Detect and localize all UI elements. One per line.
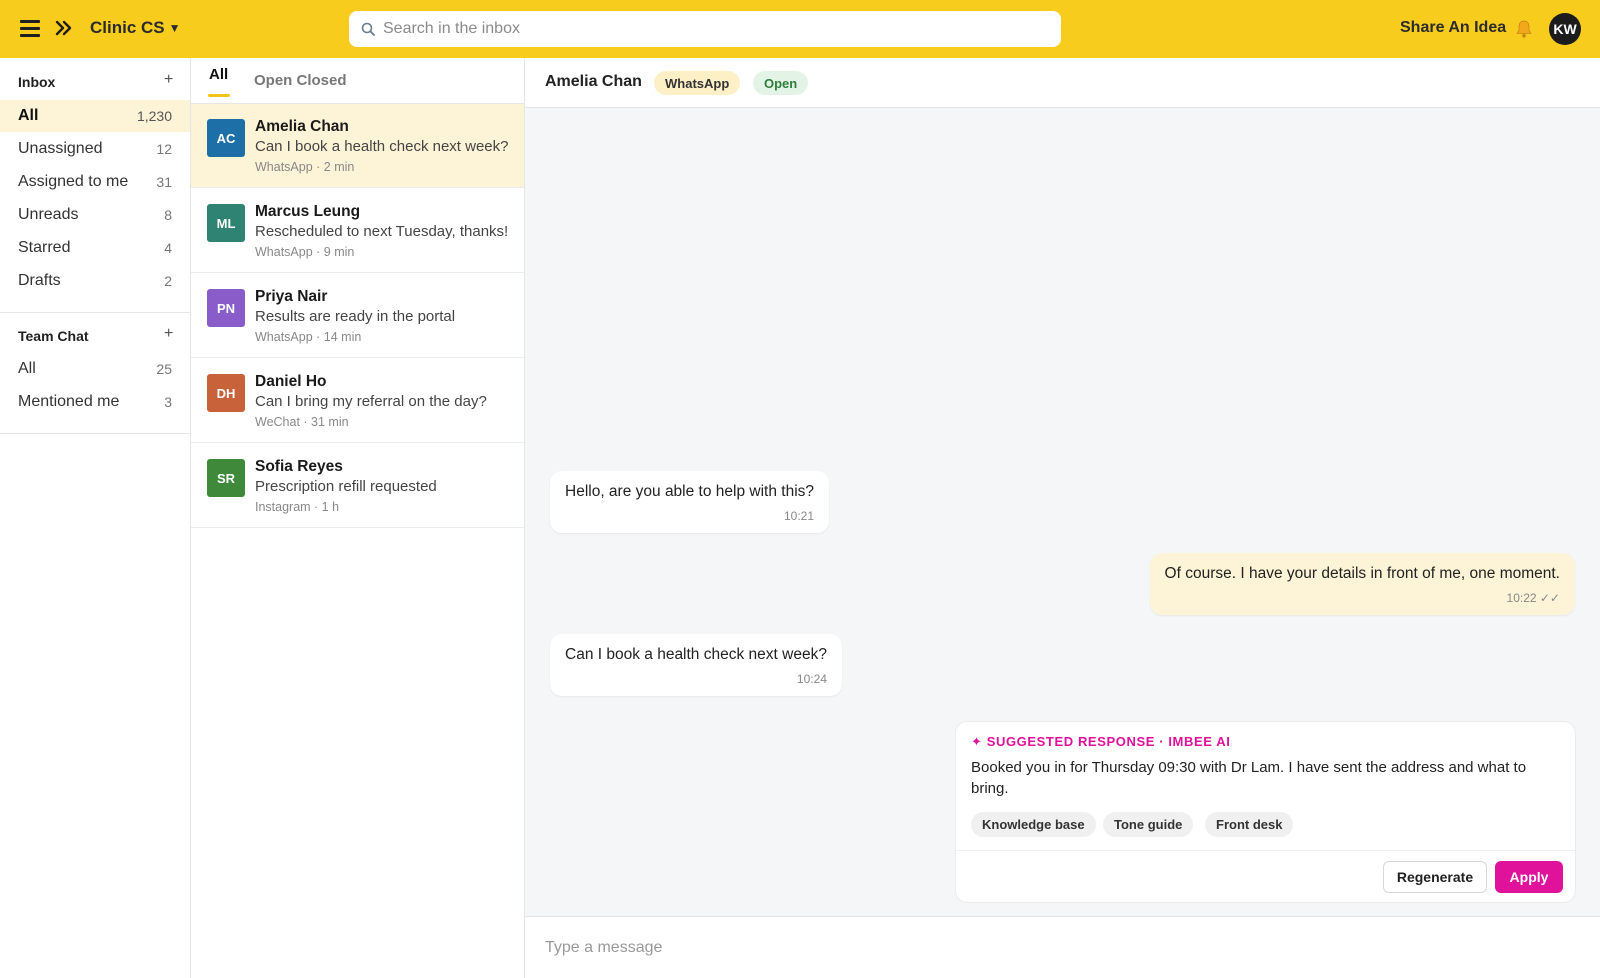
conversation-item[interactable]: PN Priya Nair Results are ready in the p… <box>191 274 524 358</box>
message-text: Of course. I have your details in front … <box>1164 565 1560 582</box>
message-preview: Prescription refill requested <box>255 478 437 495</box>
sidebar-item-label: Unreads <box>18 206 79 223</box>
conversation-meta: WeChat · 31 min <box>255 415 349 429</box>
suggestion-body: Booked you in for Thursday 09:30 with Dr… <box>971 759 1527 797</box>
incoming-message: Hello, are you able to help with this? 1… <box>550 471 830 533</box>
sidebar-item-team-all[interactable]: All 25 <box>0 353 190 385</box>
sidebar-item-drafts[interactable]: Drafts 2 <box>0 265 190 297</box>
sidebar-item-mentioned-me[interactable]: Mentioned me 3 <box>0 386 190 418</box>
search-input[interactable] <box>383 20 1023 38</box>
incoming-message: Can I book a health check next week? 10:… <box>550 634 842 696</box>
search-bar[interactable] <box>349 11 1061 47</box>
double-chevron-right-icon[interactable] <box>54 18 74 38</box>
contact-avatar: SR <box>207 459 245 497</box>
active-tab-indicator <box>208 94 230 97</box>
sidebar-item-count: 31 <box>156 174 172 190</box>
message-preview: Rescheduled to next Tuesday, thanks! <box>255 223 509 240</box>
sidebar-item-unassigned[interactable]: Unassigned 12 <box>0 133 190 165</box>
source-chip-tone-guide[interactable]: Tone guide <box>1103 812 1194 837</box>
sidebar-item-label: Starred <box>18 239 71 256</box>
conversation-meta: WhatsApp · 9 min <box>255 245 355 259</box>
chat-contact-name: Amelia Chan <box>545 73 642 90</box>
tab-all[interactable]: All <box>209 66 228 83</box>
add-team-chat-button[interactable]: + <box>164 325 173 343</box>
menu-icon[interactable] <box>20 20 40 37</box>
suggestion-divider <box>956 850 1575 851</box>
search-icon <box>361 22 375 36</box>
conversation-item[interactable]: SR Sofia Reyes Prescription refill reque… <box>191 444 524 528</box>
tab-open-closed[interactable]: Open Closed <box>254 72 347 89</box>
message-composer <box>525 916 1600 978</box>
message-input[interactable] <box>545 935 1575 961</box>
sidebar: Inbox + All 1,230 Unassigned 12 Assigned… <box>0 58 191 978</box>
sidebar-item-count: 3 <box>164 394 172 410</box>
conversation-item[interactable]: ML Marcus Leung Rescheduled to next Tues… <box>191 189 524 273</box>
apply-button[interactable]: Apply <box>1495 861 1563 893</box>
caret-down-icon: ▼ <box>168 21 181 35</box>
contact-avatar: PN <box>207 289 245 327</box>
outgoing-message: Of course. I have your details in front … <box>1149 553 1575 615</box>
sidebar-item-assigned-to-me[interactable]: Assigned to me 31 <box>0 166 190 198</box>
conversation-list: All Open Closed AC Amelia Chan Can I boo… <box>191 58 525 978</box>
share-idea-link[interactable]: Share An Idea <box>1400 19 1506 37</box>
contact-avatar: AC <box>207 119 245 157</box>
contact-avatar: ML <box>207 204 245 242</box>
sidebar-item-label: Drafts <box>18 272 61 289</box>
contact-name: Sofia Reyes <box>255 458 343 475</box>
sidebar-divider <box>0 312 190 313</box>
message-text: Hello, are you able to help with this? <box>565 483 815 500</box>
conversation-meta: Instagram · 1 h <box>255 500 340 514</box>
source-chip-knowledge-base[interactable]: Knowledge base <box>971 812 1096 837</box>
sidebar-item-label: Assigned to me <box>18 173 129 190</box>
suggestion-title: ✦ SUGGESTED RESPONSE · IMBEE AI <box>971 734 1231 749</box>
sidebar-item-label: Mentioned me <box>18 393 120 410</box>
conversation-meta: WhatsApp · 2 min <box>255 160 355 174</box>
sidebar-item-label: Unassigned <box>18 140 103 157</box>
chat-panel: Amelia Chan WhatsApp Open Hello, are you… <box>525 58 1600 978</box>
sidebar-item-count: 25 <box>156 361 172 377</box>
notification-bell-icon[interactable] <box>1515 19 1533 39</box>
sidebar-item-count: 2 <box>164 273 172 289</box>
message-time: 10:21 <box>783 509 815 523</box>
source-chip-front-desk[interactable]: Front desk <box>1205 812 1294 837</box>
contact-avatar: DH <box>207 374 245 412</box>
message-text: Can I book a health check next week? <box>565 646 827 663</box>
regenerate-button[interactable]: Regenerate <box>1383 861 1487 893</box>
user-avatar[interactable]: KW <box>1549 13 1581 45</box>
sidebar-item-count: 12 <box>156 141 172 157</box>
conversation-item[interactable]: AC Amelia Chan Can I book a health check… <box>191 104 524 188</box>
top-bar: Clinic CS ▼ Share An Idea KW <box>0 0 1600 58</box>
sidebar-item-count: 8 <box>164 207 172 223</box>
sidebar-item-label: All <box>18 360 36 377</box>
chat-header: Amelia Chan WhatsApp Open <box>525 58 1600 108</box>
channel-badge: WhatsApp <box>654 71 741 95</box>
message-preview: Results are ready in the portal <box>255 308 456 325</box>
message-preview: Can I bring my referral on the day? <box>255 393 487 410</box>
add-inbox-button[interactable]: + <box>164 71 173 89</box>
sidebar-item-label: All <box>18 107 39 124</box>
workspace-switcher[interactable]: Clinic CS ▼ <box>90 18 181 38</box>
contact-name: Priya Nair <box>255 288 328 305</box>
workspace-name: Clinic CS <box>90 18 165 37</box>
team-chat-section-title: Team Chat <box>18 328 89 344</box>
sidebar-divider <box>0 433 190 434</box>
sidebar-item-all[interactable]: All 1,230 <box>0 100 190 132</box>
ai-suggestion-card: ✦ SUGGESTED RESPONSE · IMBEE AI Booked y… <box>955 721 1576 903</box>
conversation-tabs: All Open Closed <box>191 58 524 104</box>
sidebar-item-count: 4 <box>164 240 172 256</box>
sidebar-item-count: 1,230 <box>136 108 172 124</box>
message-time: 10:22 ✓✓ <box>1506 591 1560 605</box>
sidebar-item-starred[interactable]: Starred 4 <box>0 232 190 264</box>
inbox-section-title: Inbox <box>18 74 56 90</box>
message-time: 10:24 <box>796 672 827 686</box>
conversation-meta: WhatsApp · 14 min <box>255 330 362 344</box>
contact-name: Amelia Chan <box>255 118 349 135</box>
sidebar-item-unreads[interactable]: Unreads 8 <box>0 199 190 231</box>
status-badge[interactable]: Open <box>753 71 809 95</box>
message-preview: Can I book a health check next week? <box>255 138 509 155</box>
contact-name: Marcus Leung <box>255 203 361 220</box>
contact-name: Daniel Ho <box>255 373 327 390</box>
conversation-item[interactable]: DH Daniel Ho Can I bring my referral on … <box>191 359 524 443</box>
